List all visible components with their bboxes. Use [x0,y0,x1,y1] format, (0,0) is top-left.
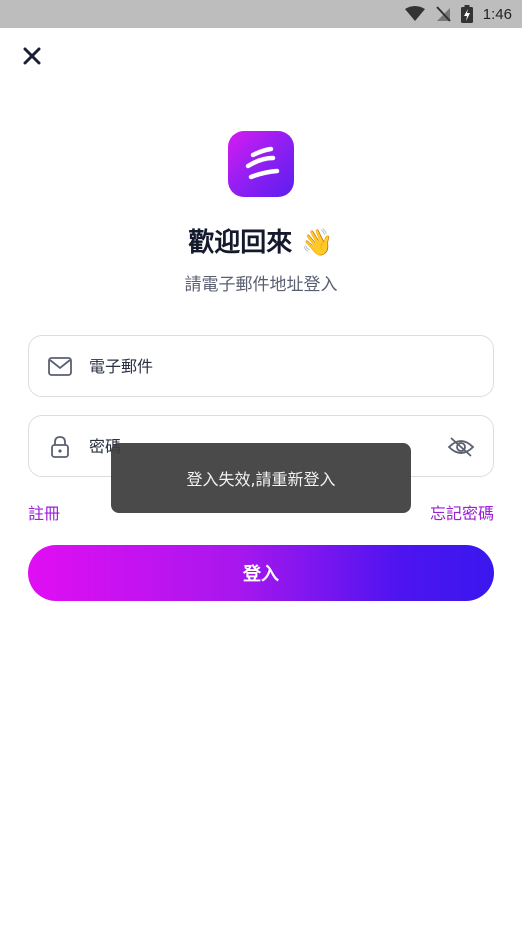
status-icons: 1:46 [404,4,512,24]
close-icon [23,47,41,69]
battery-charging-icon [460,5,473,23]
page-subtitle: 請電子郵件地址登入 [184,275,338,295]
page-title: 歡迎回來 👋 [188,228,334,258]
email-field-container[interactable] [28,335,494,397]
status-bar: 1:46 [0,0,522,28]
forgot-password-link[interactable]: 忘記密碼 [430,500,494,524]
wifi-icon [404,6,425,22]
close-button[interactable] [18,44,46,72]
register-link[interactable]: 註冊 [28,500,60,524]
toast-message: 登入失效,請重新登入 [111,443,411,513]
app-logo [228,131,294,197]
eye-off-icon[interactable] [447,433,475,461]
mail-icon [47,354,73,380]
login-button[interactable]: 登入 [28,545,494,601]
email-input[interactable] [89,336,429,396]
status-time: 1:46 [482,5,512,23]
no-signal-icon [435,6,451,22]
lock-icon [47,434,73,460]
